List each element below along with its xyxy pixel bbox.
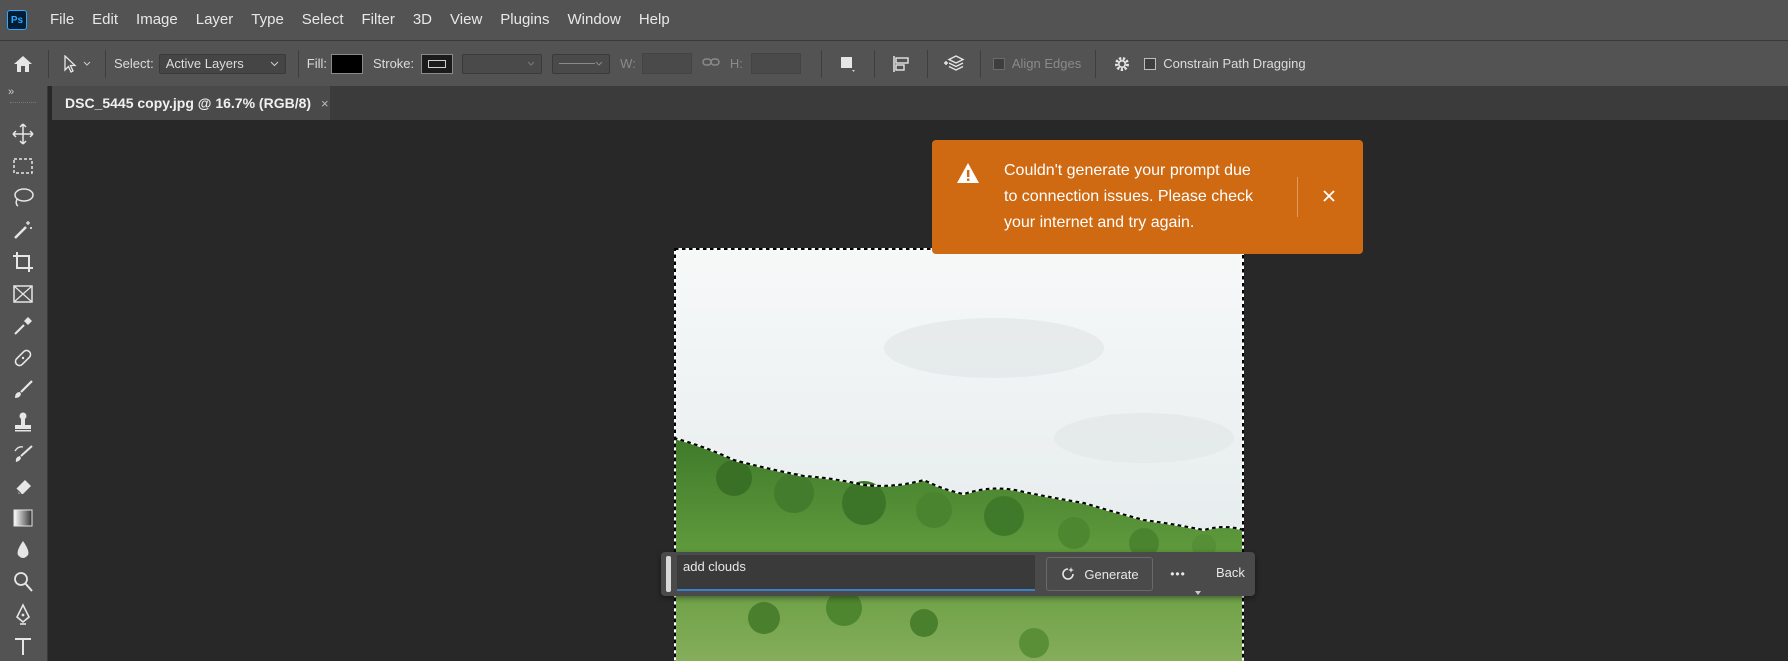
blur-icon[interactable] — [9, 536, 37, 564]
rect-marquee-icon[interactable] — [9, 152, 37, 180]
frame-icon[interactable] — [9, 280, 37, 308]
photoshop-logo-icon: Ps — [7, 10, 27, 30]
select-dropdown[interactable]: Active Layers — [158, 53, 286, 74]
brush-icon[interactable] — [9, 376, 37, 404]
constrain-path-label: Constrain Path Dragging — [1163, 56, 1306, 71]
path-selection-tool-icon[interactable] — [57, 49, 97, 79]
width-field[interactable] — [641, 53, 692, 74]
generate-label: Generate — [1084, 566, 1139, 582]
dodge-icon[interactable] — [9, 568, 37, 596]
fill-swatch[interactable] — [330, 53, 363, 74]
height-label: H: — [729, 56, 743, 71]
warning-icon — [956, 162, 980, 189]
select-label: Select: — [114, 56, 154, 71]
path-alignment-icon[interactable] — [883, 55, 919, 73]
lasso-icon[interactable] — [9, 184, 37, 212]
more-options-chevron-icon — [1195, 582, 1201, 600]
align-edges-checkbox[interactable] — [992, 57, 1005, 70]
prompt-value: add clouds — [683, 559, 746, 574]
width-label: W: — [620, 56, 636, 71]
eraser-icon[interactable] — [9, 472, 37, 500]
menu-select[interactable]: Select — [293, 0, 353, 40]
gradient-icon[interactable] — [9, 504, 37, 532]
close-tab-icon[interactable]: × — [321, 96, 329, 111]
healing-brush-icon[interactable] — [9, 344, 37, 372]
toast-message: Couldn't generate your prompt due to con… — [1004, 162, 1254, 231]
prompt-input[interactable]: add clouds — [677, 555, 1035, 591]
stroke-swatch[interactable] — [421, 53, 454, 74]
home-icon[interactable] — [6, 49, 40, 79]
more-options-button[interactable]: ••• — [1161, 560, 1195, 588]
menu-file[interactable]: File — [41, 0, 83, 40]
crop-icon[interactable] — [9, 248, 37, 276]
more-options-icon: ••• — [1170, 567, 1186, 581]
gear-icon[interactable] — [1104, 55, 1140, 73]
expand-panel-icon[interactable]: » — [8, 86, 14, 98]
generate-button[interactable]: Generate — [1046, 557, 1153, 591]
connection-error-toast: Couldn't generate your prompt due to con… — [932, 140, 1363, 254]
path-arrangement-icon[interactable] — [936, 54, 972, 74]
select-value: Active Layers — [165, 56, 244, 71]
align-edges-label: Align Edges — [1011, 56, 1082, 71]
link-icon[interactable] — [702, 56, 720, 71]
magic-wand-icon[interactable] — [9, 216, 37, 244]
stroke-width-field[interactable] — [462, 53, 543, 74]
drag-handle[interactable] — [666, 556, 671, 592]
menu-3d[interactable]: 3D — [404, 0, 441, 40]
menu-type[interactable]: Type — [242, 0, 293, 40]
toast-divider — [1297, 177, 1298, 217]
menu-help[interactable]: Help — [630, 0, 679, 40]
menu-view[interactable]: View — [441, 0, 491, 40]
pen-icon[interactable] — [9, 600, 37, 628]
height-field[interactable] — [750, 53, 801, 74]
document-tab-bar: DSC_5445 copy.jpg @ 16.7% (RGB/8) × — [52, 86, 1788, 120]
move-icon[interactable] — [9, 120, 37, 148]
tools-panel: » — [0, 86, 48, 661]
chevron-down-icon — [595, 61, 603, 66]
stroke-label: Stroke: — [372, 56, 415, 71]
type-icon[interactable] — [9, 632, 37, 660]
menu-image[interactable]: Image — [127, 0, 187, 40]
chevron-down-icon — [83, 61, 91, 66]
back-button[interactable]: Back — [1216, 565, 1245, 580]
menu-layer[interactable]: Layer — [187, 0, 243, 40]
menu-filter[interactable]: Filter — [353, 0, 404, 40]
generate-icon — [1062, 567, 1075, 580]
contextual-task-bar: add clouds Generate ••• Back — [661, 552, 1255, 596]
path-operations-icon[interactable] — [830, 55, 866, 73]
menu-plugins[interactable]: Plugins — [491, 0, 558, 40]
menu-bar: Ps File Edit Image Layer Type Select Fil… — [0, 0, 1788, 40]
document-image[interactable] — [674, 248, 1244, 661]
menu-edit[interactable]: Edit — [83, 0, 127, 40]
options-bar: Select: Active Layers Fill: Stroke: W: H… — [0, 40, 1788, 86]
document-tab-title: DSC_5445 copy.jpg @ 16.7% (RGB/8) — [65, 95, 312, 111]
history-brush-icon[interactable] — [9, 440, 37, 468]
clone-stamp-icon[interactable] — [9, 408, 37, 436]
stroke-type-dropdown[interactable] — [552, 53, 611, 74]
fill-label: Fill: — [306, 56, 327, 71]
eyedropper-icon[interactable] — [9, 312, 37, 340]
constrain-path-checkbox[interactable] — [1144, 57, 1157, 70]
close-toast-icon[interactable] — [1322, 189, 1336, 208]
chevron-down-icon — [270, 61, 279, 66]
chevron-down-icon — [527, 61, 535, 66]
document-tab[interactable]: DSC_5445 copy.jpg @ 16.7% (RGB/8) × — [52, 86, 330, 120]
menu-window[interactable]: Window — [558, 0, 629, 40]
